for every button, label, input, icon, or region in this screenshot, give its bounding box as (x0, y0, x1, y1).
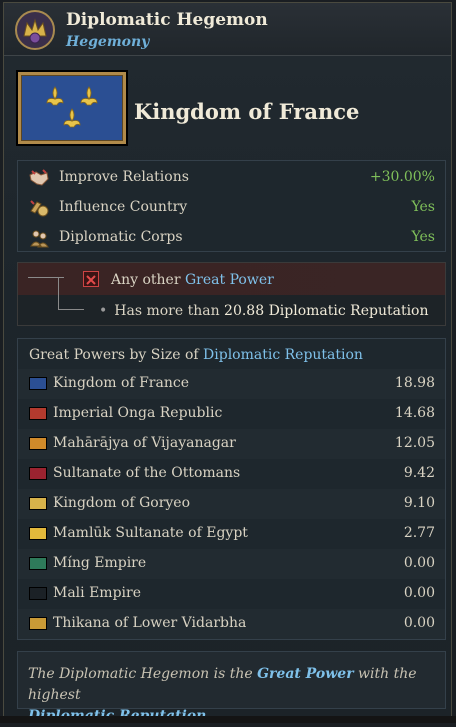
country-flag-icon (29, 617, 47, 630)
bullet: • (99, 303, 108, 319)
great-power-value: 2.77 (403, 525, 435, 541)
great-power-row[interactable]: Kingdom of Goryeo 9.10 (18, 489, 445, 519)
great-power-link[interactable]: Great Power (185, 272, 274, 288)
fleur-de-lis-icon (46, 86, 98, 128)
great-power-value: 9.42 (403, 465, 435, 481)
great-power-name: Kingdom of Goryeo (53, 495, 191, 511)
requirement-subcondition: • Has more than 20.88 Diplomatic Reputati… (99, 303, 429, 319)
country-name[interactable]: Kingdom of France (134, 99, 359, 124)
diplomat-icon (30, 230, 49, 248)
great-power-value: 12.05 (394, 435, 435, 451)
bonus-label: Influence Country (59, 199, 188, 215)
great-power-value: 9.10 (403, 495, 435, 511)
great-power-value: 18.98 (394, 375, 435, 391)
gp-header-prefix: Great Powers by Size of (29, 347, 204, 363)
country-flag-icon (29, 437, 47, 450)
bonus-row-diplomatic-corps: Diplomatic Corps Yes (18, 222, 445, 252)
tooltip-header: Diplomatic Hegemon Hegemony (4, 3, 451, 56)
requirement-box: Any other Great Power • Has more than 20.… (17, 262, 446, 326)
great-power-name: Imperial Onga Republic (53, 405, 223, 421)
tooltip-footer: The Diplomatic Hegemon is the Great Powe… (17, 651, 446, 724)
country-flag-icon (29, 377, 47, 390)
bonus-value: Yes (411, 229, 436, 245)
great-power-name: Míng Empire (53, 555, 147, 571)
bonus-value: +30.00% (369, 169, 435, 185)
great-powers-header: Great Powers by Size of Diplomatic Reput… (29, 347, 363, 363)
requirement-text: Any other Great Power (111, 272, 274, 288)
background-strip (0, 716, 456, 723)
great-power-name: Thikana of Lower Vidarbha (53, 615, 247, 631)
country-flag-icon (29, 497, 47, 510)
great-power-row[interactable]: Kingdom of France 18.98 (18, 369, 445, 399)
footer-text: The Diplomatic Hegemon is the (28, 666, 258, 682)
great-power-row[interactable]: Imperial Onga Republic 14.68 (18, 399, 445, 429)
diplomatic-reputation-link[interactable]: Diplomatic Reputation (203, 347, 363, 363)
bonus-label: Improve Relations (59, 169, 189, 185)
great-power-value: 0.00 (403, 615, 435, 631)
country-flag-icon (29, 557, 47, 570)
great-powers-box: Great Powers by Size of Diplomatic Reput… (17, 338, 446, 640)
sub-value: 20.88 Diplomatic Reputation (224, 303, 429, 319)
bonus-row-influence-country: Influence Country Yes (18, 192, 445, 222)
bonus-list: Improve Relations +30.00% Influence Coun… (17, 160, 446, 252)
bonus-row-improve-relations: Improve Relations +30.00% (18, 162, 445, 192)
great-power-name: Mamlūk Sultanate of Egypt (53, 525, 248, 541)
great-power-row[interactable]: Mahārājya of Vijayanagar 12.05 (18, 429, 445, 459)
great-power-value: 0.00 (403, 555, 435, 571)
great-power-value: 14.68 (394, 405, 435, 421)
country-flag-icon (29, 467, 47, 480)
great-power-row[interactable]: Thikana of Lower Vidarbha 0.00 (18, 609, 445, 639)
hegemony-crown-icon (15, 10, 55, 50)
great-power-name: Kingdom of France (53, 375, 189, 391)
bonus-label: Diplomatic Corps (59, 229, 183, 245)
tooltip-title: Diplomatic Hegemon (66, 10, 268, 30)
great-power-value: 0.00 (403, 585, 435, 601)
tree-connector (58, 309, 84, 310)
great-power-row[interactable]: Mamlūk Sultanate of Egypt 2.77 (18, 519, 445, 549)
country-flag-icon (29, 407, 47, 420)
tooltip-panel: Diplomatic Hegemon Hegemony Kingdom of F… (3, 2, 452, 724)
handshake-icon (29, 169, 49, 186)
sub-prefix: Has more than (114, 303, 225, 319)
tooltip-subtitle[interactable]: Hegemony (66, 34, 149, 50)
great-power-row[interactable]: Míng Empire 0.00 (18, 549, 445, 579)
failed-cross-icon (83, 271, 99, 287)
country-flag-icon (29, 527, 47, 540)
country-flag-icon (29, 587, 47, 600)
tree-connector (58, 277, 59, 310)
great-power-row[interactable]: Mali Empire 0.00 (18, 579, 445, 609)
requirement-prefix: Any other (111, 272, 185, 288)
great-power-name: Mahārājya of Vijayanagar (53, 435, 236, 451)
scroll-influence-icon (30, 200, 49, 217)
fleur-de-lis-flag (18, 72, 126, 144)
great-power-name: Mali Empire (53, 585, 141, 601)
bonus-value: Yes (411, 199, 436, 215)
country-block: Kingdom of France (14, 60, 442, 158)
great-power-name: Sultanate of the Ottomans (53, 465, 241, 481)
great-power-link[interactable]: Great Power (257, 666, 353, 682)
great-power-row[interactable]: Sultanate of the Ottomans 9.42 (18, 459, 445, 489)
